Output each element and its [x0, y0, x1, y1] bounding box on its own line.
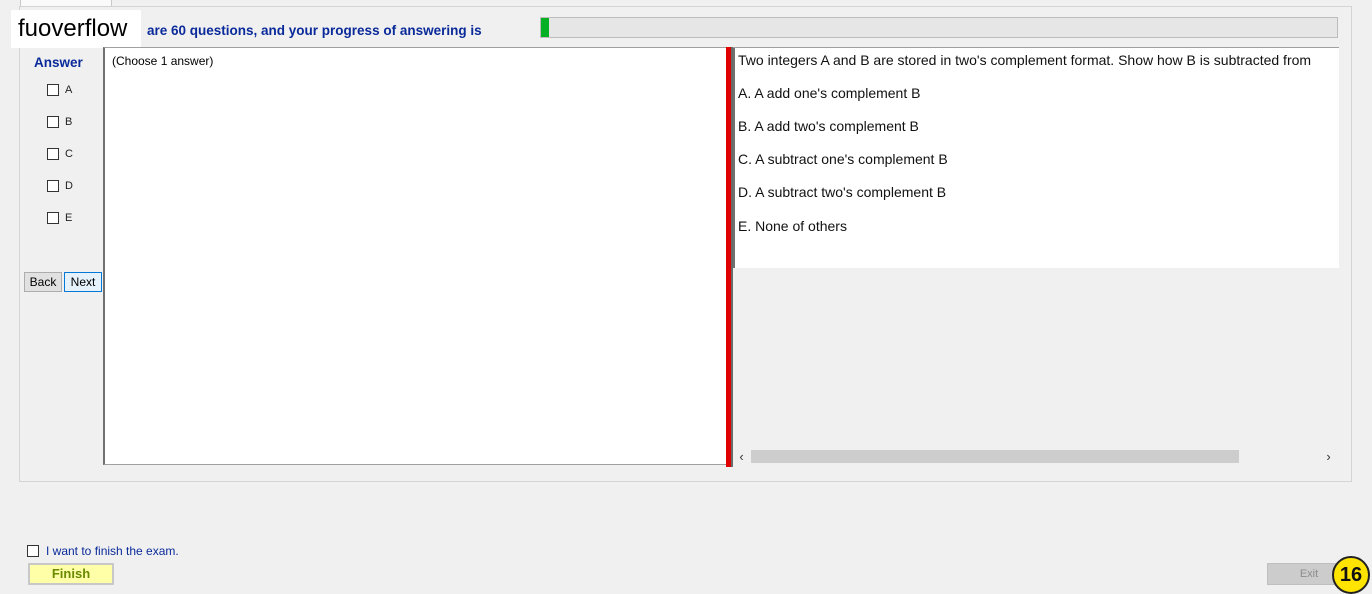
answer-option-label: D [65, 180, 73, 192]
answer-option-c[interactable]: C [47, 147, 73, 161]
question-option-c: C. A subtract one's complement B [738, 151, 948, 167]
progress-bar [540, 17, 1338, 38]
answer-option-e[interactable]: E [47, 211, 72, 225]
answer-title: Answer [34, 55, 83, 70]
progress-fill [541, 18, 549, 37]
checkbox-b[interactable] [47, 116, 59, 128]
horizontal-scrollbar[interactable]: ‹ › [733, 448, 1339, 465]
question-option-e: E. None of others [738, 218, 847, 234]
checkbox-a[interactable] [47, 84, 59, 96]
finish-checkbox[interactable] [27, 545, 39, 557]
question-content: Two integers A and B are stored in two's… [733, 48, 1339, 268]
answer-option-label: A [65, 84, 73, 96]
scroll-thumb[interactable] [751, 450, 1239, 463]
brand-watermark: fuoverflow [11, 10, 141, 48]
answer-option-label: B [65, 116, 73, 128]
answer-notes-panel: (Choose 1 answer) [103, 47, 727, 465]
back-button[interactable]: Back [24, 272, 62, 292]
scroll-right-icon[interactable]: › [1320, 448, 1337, 465]
checkbox-e[interactable] [47, 212, 59, 224]
checkbox-d[interactable] [47, 180, 59, 192]
choose-note: (Choose 1 answer) [112, 54, 214, 68]
answer-option-label: E [65, 212, 73, 224]
answer-option-b[interactable]: B [47, 115, 72, 129]
next-button[interactable]: Next [64, 272, 102, 292]
finish-checkbox-label: I want to finish the exam. [46, 544, 179, 558]
page-number-badge: 16 [1332, 556, 1370, 594]
question-option-d: D. A subtract two's complement B [738, 184, 947, 200]
finish-button[interactable]: Finish [28, 563, 114, 585]
progress-label: are 60 questions, and your progress of a… [147, 23, 482, 38]
exam-window: fuoverflow are 60 questions, and your pr… [0, 0, 1372, 594]
question-option-b: B. A add two's complement B [738, 118, 919, 134]
question-option-a: A. A add one's complement B [738, 85, 921, 101]
question-text: Two integers A and B are stored in two's… [738, 52, 1312, 68]
checkbox-c[interactable] [47, 148, 59, 160]
answer-option-label: C [65, 148, 73, 160]
scroll-left-icon[interactable]: ‹ [733, 448, 750, 465]
answer-option-d[interactable]: D [47, 179, 73, 193]
question-panel: Two integers A and B are stored in two's… [733, 47, 1339, 467]
finish-confirm-row[interactable]: I want to finish the exam. [27, 544, 179, 558]
answer-option-a[interactable]: A [47, 83, 72, 97]
